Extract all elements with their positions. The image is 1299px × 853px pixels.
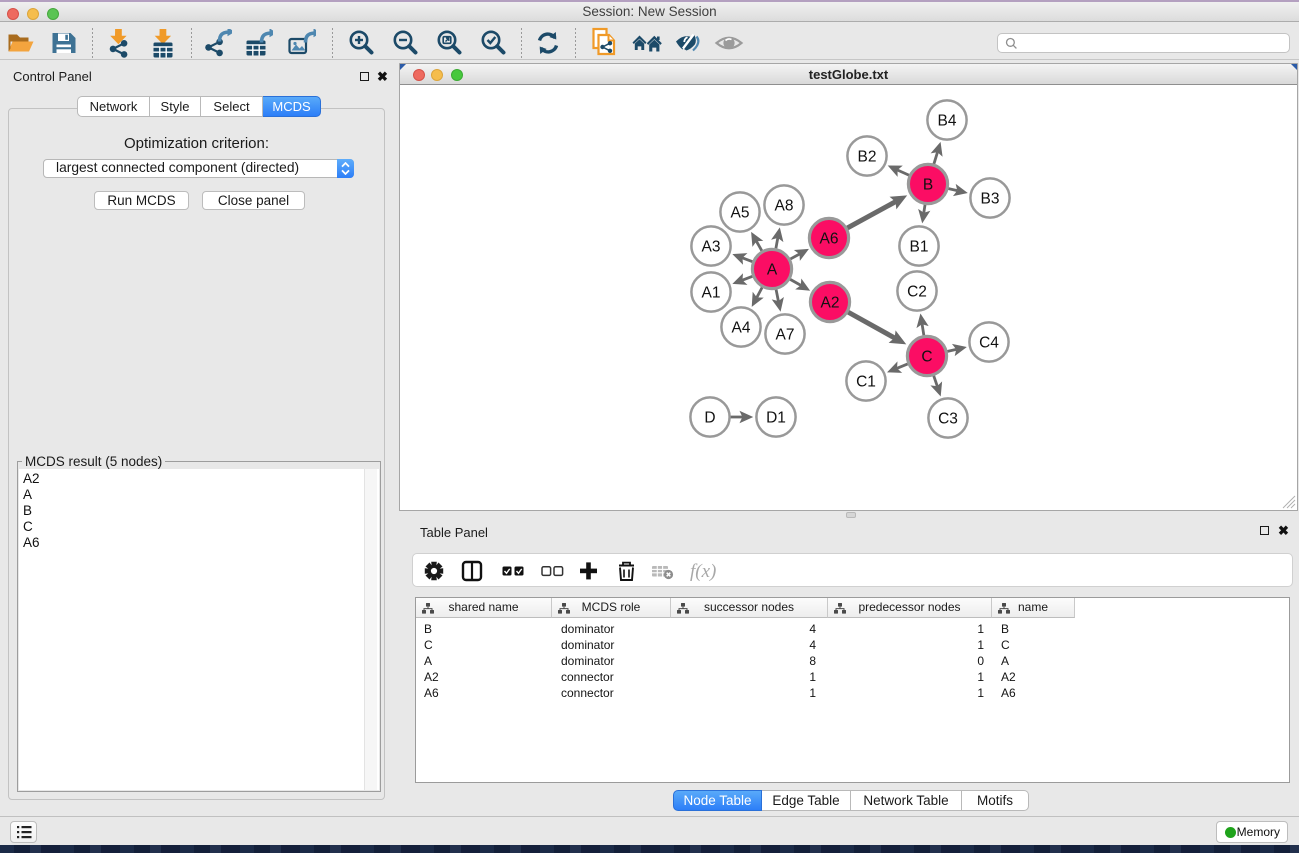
svg-text:B2: B2: [858, 149, 877, 166]
svg-text:D1: D1: [766, 410, 786, 427]
svg-text:C4: C4: [979, 335, 999, 352]
svg-text:B4: B4: [938, 113, 957, 130]
svg-text:C: C: [921, 349, 932, 366]
svg-text:B1: B1: [910, 239, 929, 256]
svg-text:C1: C1: [856, 374, 876, 391]
svg-text:A1: A1: [702, 285, 721, 302]
svg-text:B: B: [923, 177, 933, 194]
svg-text:A3: A3: [702, 239, 721, 256]
svg-text:D: D: [704, 410, 715, 427]
svg-text:A: A: [767, 262, 778, 279]
svg-text:C2: C2: [907, 284, 927, 301]
svg-text:A8: A8: [775, 198, 794, 215]
svg-text:A2: A2: [821, 295, 840, 312]
svg-text:C3: C3: [938, 411, 958, 428]
svg-text:A7: A7: [776, 327, 795, 344]
svg-text:B3: B3: [981, 191, 1000, 208]
svg-text:A4: A4: [732, 320, 751, 337]
svg-text:A6: A6: [820, 231, 839, 248]
svg-text:A5: A5: [731, 205, 750, 222]
